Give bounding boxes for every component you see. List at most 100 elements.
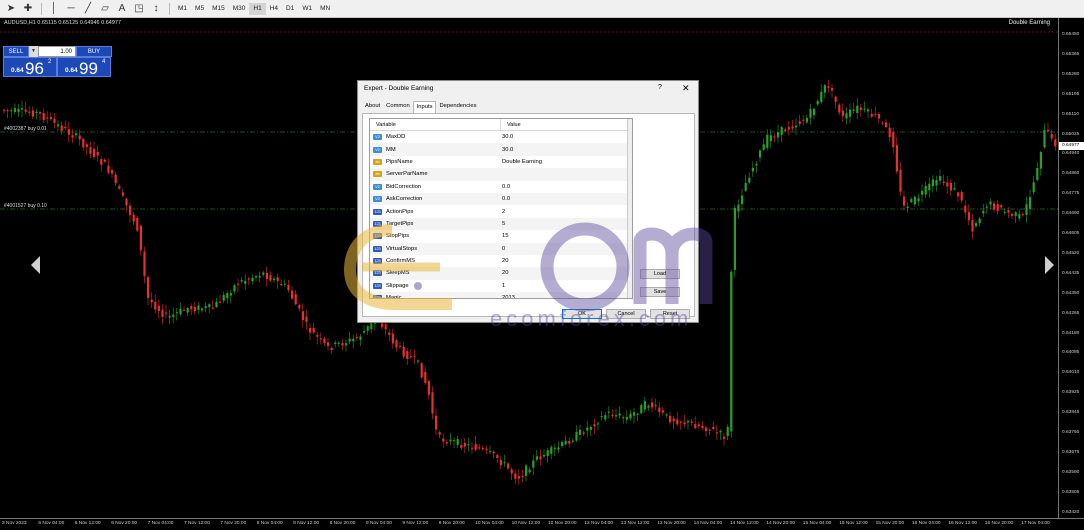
table-row[interactable]: 123 Magic 2013 xyxy=(370,292,632,298)
candle-body xyxy=(813,108,816,116)
table-row[interactable]: V2 MaxDD 30.0 xyxy=(370,131,632,143)
tab-common[interactable]: Common xyxy=(383,101,413,113)
tab-dependencies[interactable]: Dependencies xyxy=(436,101,479,113)
help-button[interactable]: ? xyxy=(658,84,662,91)
candle-body xyxy=(157,305,160,312)
candle-body xyxy=(928,183,931,191)
table-row[interactable]: 123 VirtualStops 0 xyxy=(370,242,632,255)
timeframe-h1[interactable]: H1 xyxy=(249,2,266,15)
candle-body xyxy=(733,207,736,270)
cancel-button[interactable]: Cancel xyxy=(606,309,646,319)
candle-body xyxy=(550,447,553,454)
sell-button[interactable]: SELL xyxy=(3,46,29,57)
candle-body xyxy=(665,414,668,416)
table-row[interactable]: V2 BidCorrection 0.0 xyxy=(370,181,632,193)
save-button[interactable]: Save xyxy=(640,287,680,297)
time-axis-label: 17 Nov 04:00 xyxy=(1021,521,1050,526)
trendline-icon[interactable]: ╱ xyxy=(80,2,96,16)
timeframe-m1[interactable]: M1 xyxy=(174,3,191,15)
one-click-trading-panel: SELL ▼ 1.00 BUY 0.64 96 2 0.64 99 4 xyxy=(3,46,112,78)
candle-body xyxy=(204,306,207,308)
candle-body xyxy=(294,294,297,305)
value-cell[interactable]: 2 xyxy=(500,209,620,215)
timeframe-w1[interactable]: W1 xyxy=(298,3,316,15)
vertical-line-icon[interactable]: │ xyxy=(46,2,62,16)
timeframe-m15[interactable]: M15 xyxy=(208,3,229,15)
candle-body xyxy=(982,210,985,214)
buy-price[interactable]: 0.64 99 4 xyxy=(57,57,111,78)
table-row[interactable]: 123 ActionPips 2 xyxy=(370,205,632,217)
channel-icon[interactable]: ▱ xyxy=(97,2,113,16)
load-button[interactable]: Load xyxy=(640,269,680,279)
sell-price[interactable]: 0.64 96 2 xyxy=(3,57,57,78)
candle-body xyxy=(323,338,326,343)
candle-body xyxy=(571,440,574,442)
buy-button[interactable]: BUY xyxy=(76,46,112,57)
timeframe-h4[interactable]: H4 xyxy=(266,3,282,15)
candle-body xyxy=(413,355,416,357)
table-row[interactable]: 123 SleepMS 20 xyxy=(370,267,632,280)
value-cell[interactable]: 15 xyxy=(500,233,620,239)
timeframe-mn[interactable]: MN xyxy=(316,3,334,15)
value-cell[interactable]: 2013 xyxy=(500,295,620,298)
shapes-icon[interactable]: ◳ xyxy=(131,2,147,16)
value-cell[interactable]: 0.0 xyxy=(500,196,620,202)
table-row[interactable]: 123 ConfirmMS 20 xyxy=(370,255,632,267)
volume-input[interactable]: 1.00 xyxy=(38,46,76,57)
volume-down-icon[interactable]: ▼ xyxy=(29,46,38,57)
sell-price-big: 96 xyxy=(25,59,44,78)
table-row[interactable]: 123 TargetPips 5 xyxy=(370,217,632,231)
table-row[interactable]: ab ServerParName xyxy=(370,168,632,181)
horizontal-line-icon[interactable]: ─ xyxy=(63,2,79,16)
cursor-icon[interactable]: ➤ xyxy=(3,2,19,16)
candle-body xyxy=(31,110,34,117)
candle-body xyxy=(888,127,891,138)
integer-type-icon: 123 xyxy=(373,270,382,277)
candle-body xyxy=(514,473,517,479)
value-cell[interactable]: Double Earning xyxy=(500,159,620,165)
candle-body xyxy=(759,150,762,158)
price-scale-label: 0.63590 xyxy=(1062,469,1080,475)
price-scale-label: 0.63760 xyxy=(1062,430,1080,435)
integer-type-icon: 123 xyxy=(373,258,382,265)
timeframe-d1[interactable]: D1 xyxy=(282,3,298,15)
sell-price-sup: 2 xyxy=(48,59,52,65)
candle-body xyxy=(395,340,398,348)
value-cell[interactable]: 20 xyxy=(500,258,620,264)
table-scrollbar[interactable] xyxy=(627,119,632,298)
timeframe-m30[interactable]: M30 xyxy=(229,3,250,15)
table-row[interactable]: V2 MM 30.0 xyxy=(370,143,632,156)
value-cell[interactable]: 0 xyxy=(500,246,620,252)
value-cell[interactable]: 30.0 xyxy=(500,134,620,140)
tab-inputs[interactable]: Inputs xyxy=(412,101,437,113)
value-cell[interactable]: 0.0 xyxy=(500,184,620,190)
value-cell[interactable]: 5 xyxy=(500,221,620,227)
arrow-icon[interactable]: ↕ xyxy=(148,2,164,16)
reset-button[interactable]: Reset xyxy=(650,309,690,319)
table-body: V2 MaxDD 30.0 V2 MM 30.0 ab PipsName Double Earn… xyxy=(370,131,632,298)
tab-about[interactable]: About xyxy=(362,101,383,113)
value-cell[interactable]: 30.0 xyxy=(500,147,620,153)
ok-button[interactable]: OK xyxy=(562,309,602,319)
candle-body xyxy=(903,196,906,206)
close-button[interactable]: ✕ xyxy=(682,83,690,94)
text-icon[interactable]: A xyxy=(114,2,130,16)
scroll-right-icon[interactable] xyxy=(1045,256,1054,274)
scroll-left-icon[interactable] xyxy=(31,256,40,274)
value-cell[interactable]: 1 xyxy=(500,283,620,289)
table-row[interactable]: 123 Slippage 1 xyxy=(370,280,632,292)
crosshair-icon[interactable]: ✚ xyxy=(20,2,36,16)
string-type-icon: ab xyxy=(373,171,382,178)
candle-body xyxy=(319,338,322,340)
integer-type-icon: 123 xyxy=(373,245,382,252)
time-axis[interactable]: 3 Nov 2023 6 Nov 04:00 6 Nov 12:00 6 Nov 20… xyxy=(0,518,1084,530)
table-row[interactable]: V2 AskCorrection 0.0 xyxy=(370,192,632,206)
price-scale[interactable]: 0.65450 0.65365 0.65280 0.65195 0.65110 0.650… xyxy=(1058,18,1084,518)
value-cell[interactable]: 20 xyxy=(500,270,620,276)
variable-cell: 123 ActionPips xyxy=(370,208,500,215)
table-row[interactable]: 123 StopPips 15 xyxy=(370,230,632,242)
candle-body xyxy=(809,108,812,118)
table-row[interactable]: ab PipsName Double Earning xyxy=(370,156,632,168)
candle-body xyxy=(748,177,751,183)
timeframe-m5[interactable]: M5 xyxy=(191,3,208,15)
